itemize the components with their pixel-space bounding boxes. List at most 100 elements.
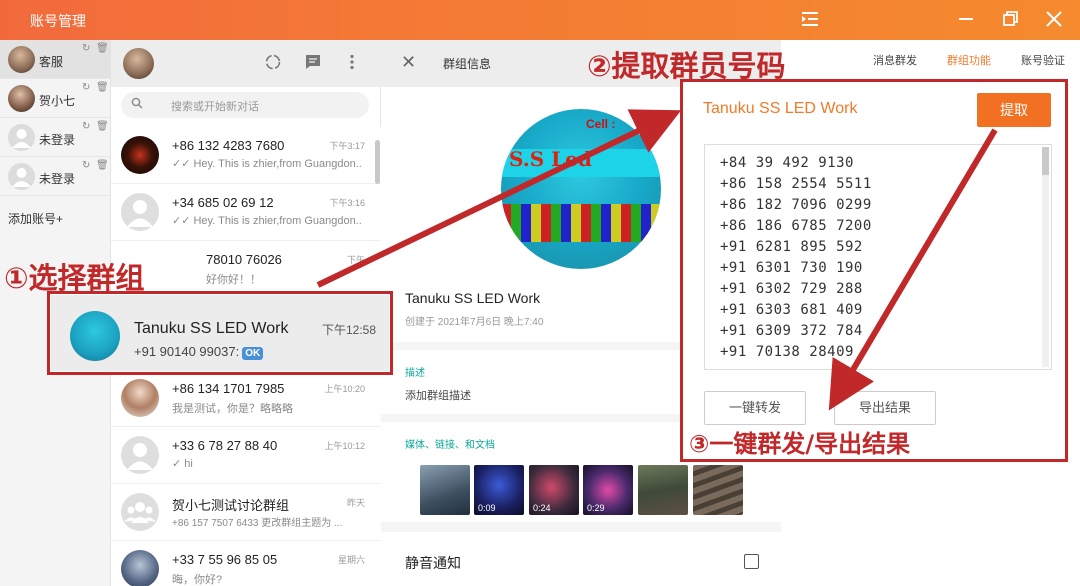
member-numbers-textarea[interactable]: +84 39 492 9130 +86 158 2554 5511 +86 18…	[704, 144, 1052, 370]
search-input[interactable]: 搜索或开始新对话	[121, 92, 369, 118]
chat-name: +33 6 78 27 88 40	[172, 438, 278, 453]
tab-account-verify[interactable]: 账号验证	[1021, 52, 1065, 68]
member-number: +86 158 2554 5511	[720, 176, 872, 192]
tab-broadcast[interactable]: 消息群发	[873, 52, 917, 68]
chat-list-item[interactable]: +86 132 4283 7680 ✓✓ Hey. This is zhier,…	[111, 127, 381, 184]
member-number: +91 70138 28409	[720, 344, 854, 360]
description-value: 添加群组描述	[405, 390, 471, 402]
minimize-icon[interactable]	[955, 9, 977, 31]
chat-preview: 我是测试，你是？略略略	[172, 403, 293, 415]
account-item[interactable]: 贺小七 ↻ 🗑	[0, 79, 110, 118]
annotation-step3: ③一键群发/导出结果	[689, 430, 911, 458]
refresh-icon[interactable]: ↻	[82, 82, 90, 93]
chat-name: +34 685 02 69 12	[172, 195, 274, 210]
search-icon	[131, 97, 143, 112]
close-icon[interactable]: ✕	[401, 52, 416, 73]
chat-preview: ✓ hi	[172, 458, 193, 470]
menu-icon[interactable]	[342, 53, 362, 73]
account-name: 客服	[39, 55, 64, 69]
description-label: 描述	[405, 368, 425, 379]
avatar	[8, 46, 35, 73]
default-avatar-icon	[8, 163, 35, 190]
account-item[interactable]: 未登录 ↻ 🗑	[0, 157, 110, 196]
app-title: 账号管理	[30, 13, 86, 29]
chat-list-item[interactable]: 贺小七测试讨论群组 +86 157 7507 6433 更改群组主题为 ... …	[111, 484, 381, 541]
account-name: 未登录	[39, 172, 76, 186]
chat-list-item[interactable]: +86 134 1701 7985 我是测试，你是？略略略 上午10:20	[111, 370, 381, 427]
chat-preview: +91 90140 99037: OK	[134, 344, 264, 360]
default-avatar-icon	[8, 124, 35, 151]
member-number: +91 6309 372 784	[720, 323, 863, 339]
delete-icon[interactable]: 🗑	[96, 160, 109, 171]
member-number: +91 6281 895 592	[720, 239, 863, 255]
annotation-step2: ②提取群员号码	[587, 49, 786, 83]
numbers-scrollbar[interactable]	[1042, 147, 1049, 367]
video-thumbnail[interactable]: 0:24	[529, 465, 579, 515]
avatar	[70, 311, 120, 361]
extract-members-box: Tanuku SS LED Work 提取 +84 39 492 9130 +8…	[680, 79, 1068, 462]
refresh-icon[interactable]: ↻	[82, 43, 90, 54]
group-logo[interactable]: S.S Led Cell :	[501, 109, 661, 269]
mute-checkbox[interactable]	[744, 554, 759, 569]
restore-icon[interactable]	[999, 9, 1021, 31]
chat-name: +86 134 1701 7985	[172, 381, 285, 396]
delete-icon[interactable]: 🗑	[96, 43, 109, 54]
chat-name: 78010 76026	[206, 252, 282, 267]
member-number: +91 6302 729 288	[720, 281, 863, 297]
refresh-icon[interactable]: ↻	[82, 121, 90, 132]
video-thumbnail[interactable]: 0:29	[583, 465, 633, 515]
close-window-icon[interactable]	[1043, 9, 1065, 31]
status-icon[interactable]	[263, 53, 283, 73]
refresh-icon[interactable]: ↻	[82, 160, 90, 171]
chat-preview: 好你好！！	[206, 274, 261, 286]
title-bar: 账号管理	[0, 0, 1080, 40]
chat-list-item[interactable]: +34 685 02 69 12 ✓✓ Hey. This is zhier,f…	[111, 184, 381, 241]
add-account-button[interactable]: 添加账号+	[8, 210, 63, 227]
delete-icon[interactable]: 🗑	[96, 121, 109, 132]
video-thumbnail[interactable]: 0:09	[474, 465, 524, 515]
forward-all-button[interactable]: 一键转发	[704, 391, 806, 425]
media-label[interactable]: 媒体、链接、和文档	[405, 436, 495, 451]
my-avatar[interactable]	[123, 48, 154, 79]
chat-list-item[interactable]: 78010 76026 好你好！！ 下午	[111, 241, 381, 298]
default-avatar-icon	[121, 193, 159, 231]
mute-label: 静音通知	[405, 555, 461, 571]
member-number: +84 39 492 9130	[720, 155, 854, 171]
sidebar-toggle-icon[interactable]	[799, 9, 821, 31]
group-info-title: 群组信息	[443, 57, 492, 71]
chat-time: 下午12:58	[321, 323, 376, 337]
chat-name: +86 132 4283 7680	[172, 138, 285, 153]
chat-name: +33 7 55 96 85 05	[172, 552, 278, 567]
chat-name: 贺小七测试讨论群组	[172, 498, 290, 513]
chat-list-scrollbar[interactable]	[375, 140, 380, 184]
chat-preview: ✓✓ Hey. This is zhier,from Guangdon...	[172, 215, 362, 227]
media-thumbnail[interactable]	[638, 465, 688, 515]
media-thumbnail[interactable]	[420, 465, 470, 515]
numbers-scrollbar-thumb[interactable]	[1042, 147, 1049, 175]
chat-preview: 晦，你好?	[172, 574, 223, 586]
account-item[interactable]: 未登录 ↻ 🗑	[0, 118, 110, 157]
extract-button[interactable]: 提取	[977, 93, 1051, 127]
delete-icon[interactable]: 🗑	[96, 82, 109, 93]
chat-preview: +86 157 7507 6433 更改群组主题为 ...	[172, 518, 343, 529]
chat-preview: ✓✓ Hey. This is zhier,from Guangdon...	[172, 158, 362, 170]
annotation-step1: ①选择群组	[4, 261, 145, 295]
account-name: 贺小七	[39, 94, 76, 108]
member-number: +86 186 6785 7200	[720, 218, 872, 234]
selected-chat-item[interactable]: Tanuku SS LED Work +91 90140 99037: OK 下午…	[47, 291, 393, 375]
media-thumbnail[interactable]	[693, 465, 743, 515]
chat-list-item[interactable]: +33 7 55 96 85 05 晦，你好? 星期六	[111, 541, 381, 586]
chat-time: 下午	[346, 255, 365, 265]
default-avatar-icon	[121, 436, 159, 474]
video-duration: 0:29	[587, 503, 605, 513]
chat-time: 下午3:17	[329, 141, 365, 151]
chat-list-item[interactable]: +33 6 78 27 88 40 ✓ hi 上午10:12	[111, 427, 381, 484]
search-placeholder: 搜索或开始新对话	[171, 101, 259, 113]
chat-time: 上午10:12	[324, 441, 365, 451]
export-results-button[interactable]: 导出结果	[834, 391, 936, 425]
new-chat-icon[interactable]	[303, 53, 323, 73]
tab-group-tools[interactable]: 群组功能	[947, 52, 991, 68]
member-number: +86 182 7096 0299	[720, 197, 872, 213]
account-item[interactable]: 客服 ↻ 🗑	[0, 40, 110, 79]
avatar	[121, 550, 159, 586]
